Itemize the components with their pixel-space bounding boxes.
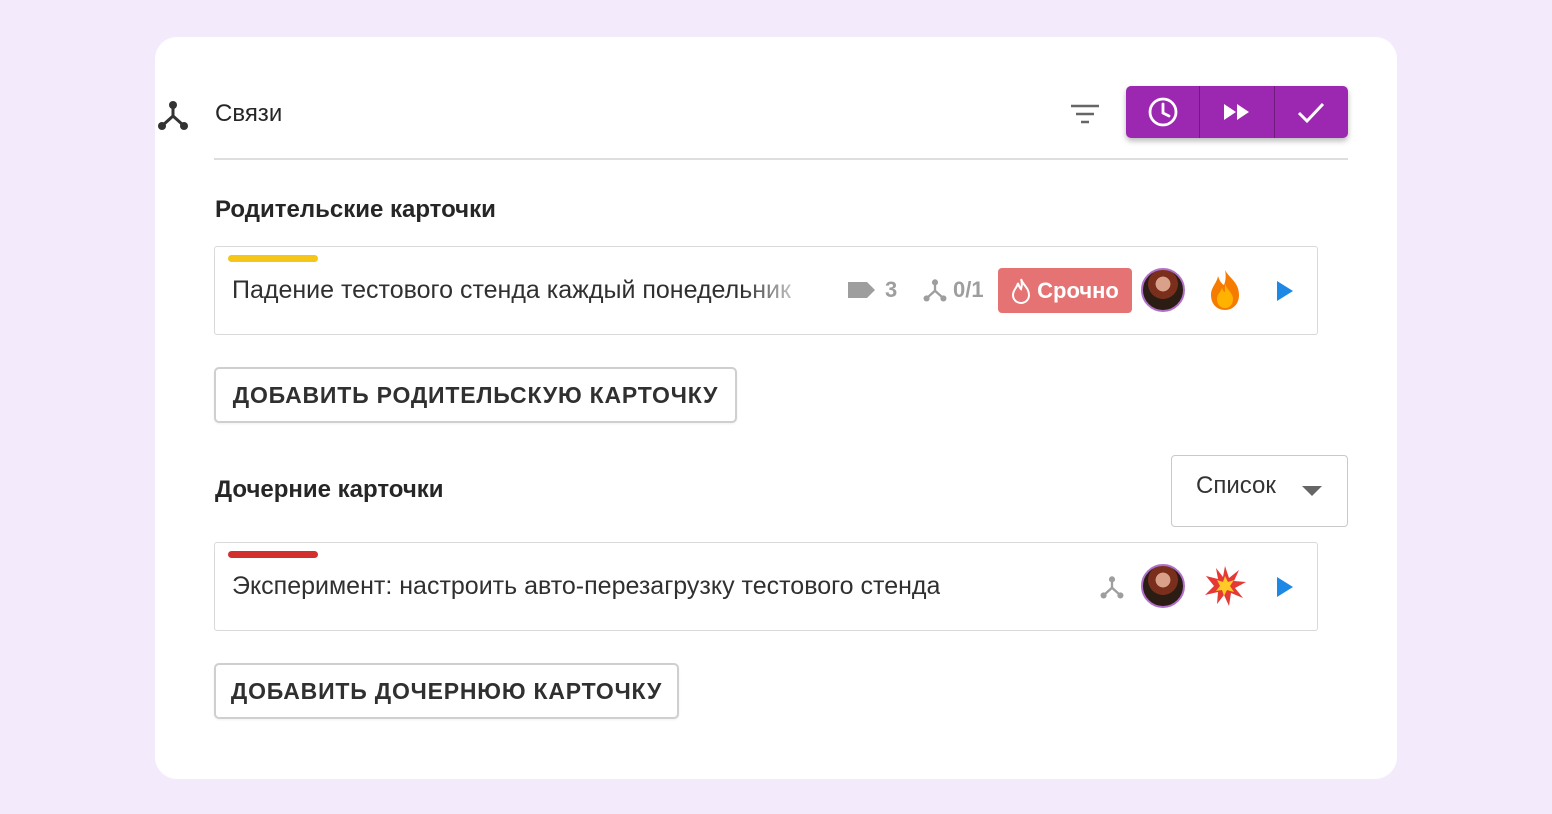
card-title: Падение тестового стенда каждый понедель… bbox=[232, 276, 791, 304]
collision-icon bbox=[1205, 566, 1246, 606]
play-icon[interactable] bbox=[1272, 575, 1296, 599]
priority-bar bbox=[228, 551, 318, 558]
children-progress: 0/1 bbox=[953, 277, 984, 302]
parent-card[interactable]: Падение тестового стенда каждый понедель… bbox=[214, 246, 1318, 335]
tag-icon bbox=[848, 282, 875, 298]
header-divider bbox=[214, 158, 1348, 160]
flame-icon bbox=[1012, 278, 1031, 304]
view-select[interactable]: Список bbox=[1171, 455, 1348, 527]
complete-button[interactable] bbox=[1273, 86, 1348, 138]
view-select-value: Список bbox=[1196, 472, 1276, 499]
tags-counter: 3 bbox=[845, 277, 897, 303]
add-parent-card-button[interactable]: ДОБАВИТЬ РОДИТЕЛЬСКУЮ КАРТОЧКУ bbox=[214, 367, 737, 423]
tags-count: 3 bbox=[885, 277, 898, 302]
filter-icon[interactable] bbox=[1067, 97, 1103, 131]
parent-cards-title: Родительские карточки bbox=[215, 196, 496, 223]
fire-icon bbox=[1211, 270, 1239, 310]
child-cards-title: Дочерние карточки bbox=[215, 476, 444, 503]
add-child-card-button[interactable]: ДОБАВИТЬ ДОЧЕРНЮЮ КАРТОЧКУ bbox=[214, 663, 679, 719]
relations-icon bbox=[923, 279, 947, 302]
fast-forward-button[interactable] bbox=[1199, 86, 1273, 138]
clock-button[interactable] bbox=[1126, 86, 1199, 138]
urgent-badge: Срочно bbox=[998, 268, 1132, 313]
urgent-badge-label: Срочно bbox=[1037, 277, 1119, 303]
clock-icon bbox=[1148, 97, 1178, 127]
chevron-down-icon bbox=[1302, 486, 1322, 496]
children-counter: 0/1 bbox=[922, 277, 984, 303]
relations-icon bbox=[1100, 576, 1124, 599]
section-title: Связи bbox=[215, 100, 283, 127]
fast-forward-icon bbox=[1223, 104, 1249, 120]
avatar[interactable] bbox=[1141, 268, 1185, 312]
priority-bar bbox=[228, 255, 318, 262]
child-card[interactable]: Эксперимент: настроить авто-перезагрузку… bbox=[214, 542, 1318, 631]
check-icon bbox=[1298, 102, 1325, 124]
play-icon[interactable] bbox=[1272, 279, 1296, 303]
relations-icon bbox=[158, 101, 188, 130]
relations-panel: Связи Родительские карточки Падение тест… bbox=[155, 37, 1397, 779]
card-action-button-group bbox=[1126, 86, 1348, 138]
avatar[interactable] bbox=[1141, 564, 1185, 608]
card-title: Эксперимент: настроить авто-перезагрузку… bbox=[232, 572, 941, 600]
